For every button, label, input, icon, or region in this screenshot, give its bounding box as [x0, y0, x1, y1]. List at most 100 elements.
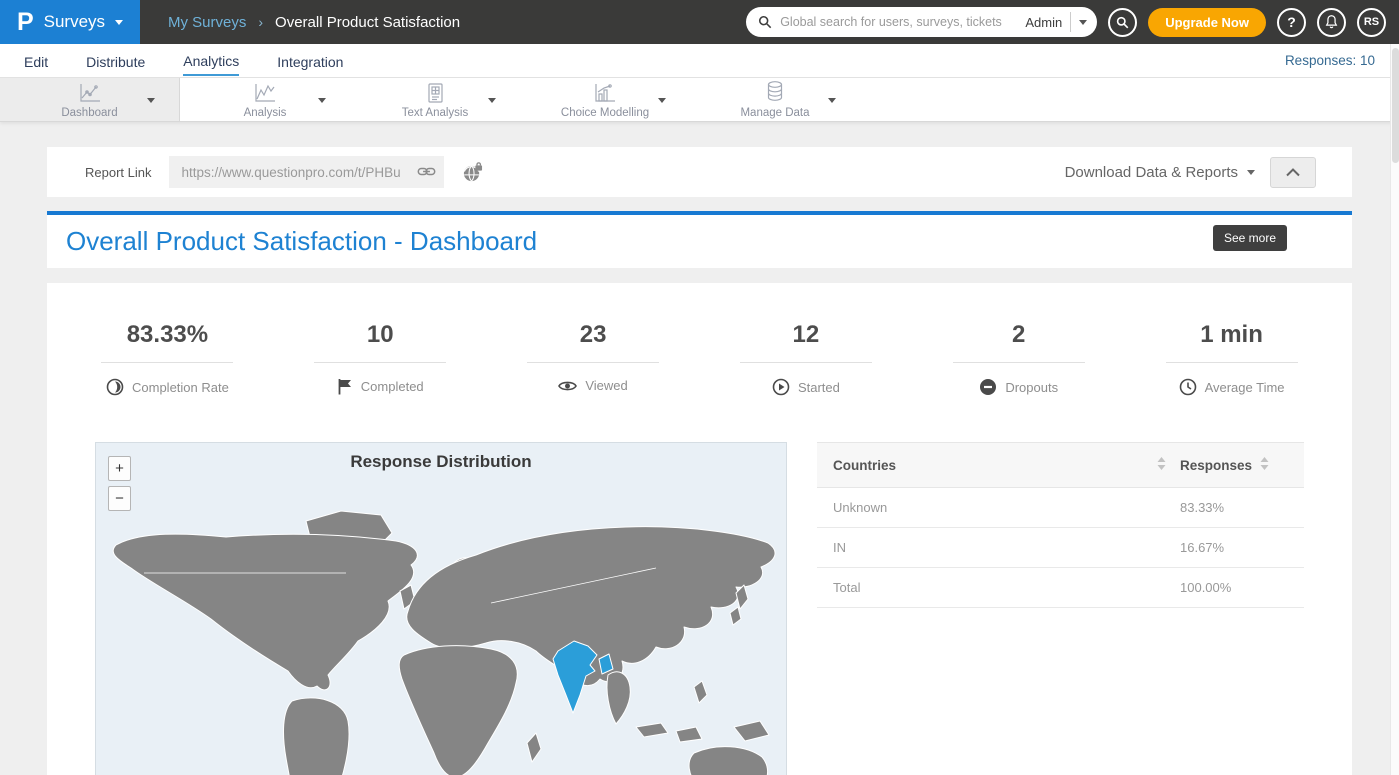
analysis-chart-icon [252, 82, 278, 104]
toolbar-item-dashboard[interactable]: Dashboard [0, 78, 180, 121]
report-link-bar: Report Link Download Data & R [47, 147, 1352, 197]
database-icon [764, 82, 786, 104]
column-header-countries[interactable]: Countries [833, 458, 896, 473]
map-zoom-out-button[interactable]: − [108, 486, 131, 511]
divider [527, 362, 659, 363]
toolbar-item-label: Analysis [244, 107, 287, 119]
choice-modelling-chart-icon [592, 82, 618, 104]
toolbar-item-analysis[interactable]: Analysis [180, 78, 350, 121]
page-scrollbar[interactable] [1390, 44, 1399, 775]
clock-icon [1179, 378, 1197, 396]
stat-value: 1 min [1200, 321, 1263, 349]
global-search-input[interactable] [780, 15, 1017, 29]
breadcrumb: My Surveys › Overall Product Satisfactio… [168, 14, 460, 31]
country-cell: Total [833, 580, 1180, 595]
responses-cell: 16.67% [1180, 540, 1288, 555]
global-search-bar[interactable]: Admin [746, 7, 1097, 37]
sort-icon[interactable] [1260, 457, 1269, 473]
stat-completion-rate: 83.33% Completion Rate [61, 321, 274, 396]
map-title: Response Distribution [96, 452, 786, 472]
breadcrumb-my-surveys[interactable]: My Surveys [168, 14, 246, 31]
questionpro-logo-icon: P [17, 10, 34, 35]
report-link-input[interactable] [169, 156, 444, 188]
eye-icon [558, 379, 577, 393]
top-bar: P Surveys My Surveys › Overall Product S… [0, 0, 1399, 44]
column-header-responses[interactable]: Responses [1180, 458, 1252, 473]
divider [953, 362, 1085, 363]
stat-viewed: 23 Viewed [487, 321, 700, 396]
response-distribution-map[interactable]: Response Distribution + − [95, 442, 787, 775]
tab-integration[interactable]: Integration [277, 47, 343, 75]
see-more-tooltip: See more [1213, 225, 1287, 251]
collapse-header-button[interactable] [1270, 157, 1316, 188]
link-icon[interactable] [417, 163, 436, 185]
breadcrumb-current-survey: Overall Product Satisfaction [275, 14, 460, 31]
stat-label: Started [798, 380, 840, 395]
tab-edit[interactable]: Edit [24, 47, 48, 75]
upgrade-now-button[interactable]: Upgrade Now [1148, 8, 1266, 37]
divider [314, 362, 446, 363]
chevron-down-icon [1247, 170, 1255, 175]
divider [101, 362, 233, 363]
map-zoom-in-button[interactable]: + [108, 456, 131, 481]
bell-icon [1325, 15, 1338, 29]
toolbar-item-choice-modelling[interactable]: Choice Modelling [520, 78, 690, 121]
stat-started: 12 Started [699, 321, 912, 396]
search-scope-selector[interactable]: Admin [1025, 15, 1062, 30]
chevron-up-icon [1286, 168, 1300, 177]
stat-label: Completion Rate [132, 380, 229, 395]
chevron-down-icon[interactable] [828, 98, 836, 103]
stat-value: 23 [580, 321, 607, 349]
stat-label: Average Time [1205, 380, 1285, 395]
responses-cell: 100.00% [1180, 580, 1288, 595]
report-link-label: Report Link [85, 165, 151, 180]
app-logo-surveys-menu[interactable]: P Surveys [0, 0, 140, 44]
stat-label: Completed [361, 379, 424, 394]
toolbar-item-manage-data[interactable]: Manage Data [690, 78, 860, 121]
chevron-down-icon[interactable] [318, 98, 326, 103]
world-map[interactable] [96, 443, 787, 775]
download-data-reports-label: Download Data & Reports [1065, 164, 1238, 181]
stat-label: Dropouts [1005, 380, 1058, 395]
dashboard-main: Report Link Download Data & R [0, 147, 1399, 775]
chevron-down-icon[interactable] [488, 98, 496, 103]
tab-distribute[interactable]: Distribute [86, 47, 145, 75]
report-visibility-button[interactable] [462, 162, 483, 183]
stat-label: Viewed [585, 378, 627, 393]
notifications-button[interactable] [1317, 8, 1346, 37]
stat-value: 12 [793, 321, 820, 349]
toolbar-item-label: Dashboard [61, 107, 117, 119]
stat-value: 10 [367, 321, 394, 349]
toolbar-item-label: Text Analysis [402, 107, 468, 119]
chevron-down-icon[interactable] [1079, 20, 1087, 25]
chevron-down-icon[interactable] [658, 98, 666, 103]
table-row: Total 100.00% [817, 568, 1304, 608]
scrollbar-thumb[interactable] [1392, 48, 1399, 163]
chevron-down-icon[interactable] [147, 98, 155, 103]
country-cell: IN [833, 540, 1180, 555]
search-button[interactable] [1108, 8, 1137, 37]
chevron-down-icon [115, 20, 123, 25]
divider [1166, 362, 1298, 363]
dashboard-line-chart-icon [77, 82, 103, 104]
play-circle-icon [772, 378, 790, 396]
countries-responses-table: Countries Responses [817, 442, 1304, 775]
divider [1070, 12, 1071, 32]
toolbar-item-text-analysis[interactable]: Text Analysis [350, 78, 520, 121]
tab-analytics[interactable]: Analytics [183, 46, 239, 76]
help-button[interactable]: ? [1277, 8, 1306, 37]
responses-cell: 83.33% [1180, 500, 1288, 515]
product-name: Surveys [44, 12, 105, 32]
sort-icon[interactable] [1157, 457, 1166, 473]
text-document-icon [424, 82, 446, 104]
user-avatar[interactable]: RS [1357, 8, 1386, 37]
dashboard-card: 83.33% Completion Rate 10 [47, 283, 1352, 775]
table-header: Countries Responses [817, 442, 1304, 488]
download-data-reports-menu[interactable]: Download Data & Reports [1065, 164, 1255, 181]
topbar-actions: Admin Upgrade Now ? RS [746, 7, 1399, 37]
half-circle-icon [106, 378, 124, 396]
table-row: Unknown 83.33% [817, 488, 1304, 528]
breadcrumb-separator: › [258, 14, 263, 30]
stat-value: 2 [1012, 321, 1025, 349]
search-icon [1116, 16, 1129, 29]
